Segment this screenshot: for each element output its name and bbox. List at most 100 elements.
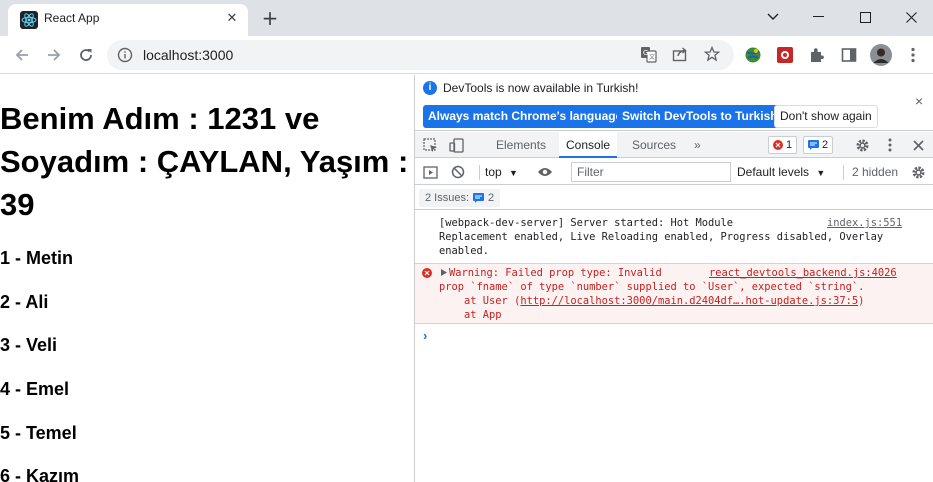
clear-console-icon[interactable] [449,163,467,181]
inspect-element-icon[interactable] [421,136,439,154]
translate-icon[interactable]: G文 [639,46,657,64]
always-match-language-button[interactable]: Always match Chrome's language [423,105,628,128]
list-item: 2 - Ali [0,292,49,312]
more-tabs-button[interactable]: » [687,132,708,158]
dont-show-again-button[interactable]: Don't show again [774,105,878,128]
context-value: top [485,165,502,179]
console-log-message: [webpack-dev-server] Server started: Hot… [415,216,933,264]
svg-text:文: 文 [649,53,655,61]
list-item: 1 - Metin [0,248,74,268]
extension-red-icon[interactable] [774,44,796,66]
language-infobar: i DevTools is now available in Turkish! … [415,75,933,131]
stack-trace-link[interactable]: http://localhost:3000/main.d2404df….hot-… [520,295,858,307]
switch-to-turkish-button[interactable]: Switch DevTools to Turkish [617,105,783,128]
info-icon: i [423,81,437,95]
console-settings-gear-icon[interactable] [909,163,927,181]
back-button[interactable] [9,42,35,68]
maximize-button[interactable] [842,0,888,34]
site-info-icon[interactable] [117,47,133,63]
settings-gear-icon[interactable] [853,136,871,154]
live-expression-eye-icon[interactable] [536,163,554,181]
tab-title: React App [44,11,100,25]
svg-text:G: G [643,49,648,57]
heading-line-2: Soyadım : ÇAYLAN, Yaşım : [0,144,409,179]
list-item: 5 - Temel [0,423,77,443]
minimize-button[interactable] [796,0,842,34]
context-selector[interactable]: top ▼ [485,165,518,179]
chrome-menu-icon[interactable] [902,44,924,66]
log-line-3: enabled. [439,245,490,257]
log-source-link[interactable]: index.js:551 [827,216,902,230]
share-icon[interactable] [671,46,689,64]
bookmark-star-icon[interactable] [703,45,721,64]
heading-line-1: Benim Adım : 1231 ve [0,101,320,136]
toolbar-divider [843,165,844,180]
side-panel-icon[interactable] [838,44,860,66]
hidden-messages-count: 2 hidden [852,165,899,179]
address-bar[interactable]: localhost:3000 G文 [107,40,734,70]
log-levels-value: Default levels [737,165,810,179]
issues-bar: 2 Issues: 2 [415,186,933,210]
warn-line-1: Warning: Failed prop type: Invalid [449,267,662,279]
reload-button[interactable] [73,42,99,68]
list-item: 6 - Kazım [0,466,80,482]
warn-source-link[interactable]: react_devtools_backend.js:4026 [709,266,897,280]
react-logo-icon [20,11,38,29]
profile-avatar[interactable] [870,44,892,66]
issues-button[interactable]: 2 Issues: 2 [419,189,501,207]
log-levels-dropdown-icon: ▼ [816,168,826,178]
tab-strip: React App ✕ + [0,0,933,36]
url-text[interactable]: localhost:3000 [143,47,233,63]
tab-sources[interactable]: Sources [625,132,683,158]
log-levels-dropdown[interactable]: Default levels ▼ [737,165,825,179]
devtools-tab-bar: Elements Console Sources » 1 2 [415,132,933,158]
devtools-menu-icon[interactable] [881,136,899,154]
error-count: 1 [786,139,793,151]
console-prompt[interactable]: › [423,328,427,343]
tab-elements[interactable]: Elements [489,132,553,158]
infobar-close-icon[interactable]: × [915,93,923,109]
log-line-2: Replacement enabled, Live Reloading enab… [439,231,884,243]
tab-console[interactable]: Console [559,132,618,158]
tab-search-chevron-icon[interactable] [750,0,796,34]
expand-triangle-icon[interactable] [441,269,447,276]
close-window-button[interactable] [888,0,933,34]
extensions-puzzle-icon[interactable] [806,44,828,66]
browser-toolbar: localhost:3000 G文 [0,36,933,74]
device-toolbar-icon[interactable] [447,136,465,154]
toolbar-divider [479,165,480,180]
warn-line-3: at User (http://localhost:3000/main.d240… [439,294,864,308]
error-icon [422,268,432,278]
page-content: Benim Adım : 1231 ve Soyadım : ÇAYLAN, Y… [0,75,414,482]
message-icon [808,140,819,150]
page-heading: Benim Adım : 1231 ve Soyadım : ÇAYLAN, Y… [0,97,414,226]
heading-line-3: 39 [0,187,35,222]
console-error-message: Warning: Failed prop type: Invalid prop … [415,263,933,324]
new-tab-button[interactable]: + [260,8,280,28]
sidebar-toggle-icon[interactable] [421,163,439,181]
error-icon [773,140,783,150]
message-count-badge[interactable]: 2 [803,136,834,154]
list-item: 3 - Veli [0,335,58,355]
extension-globe-icon[interactable] [742,44,764,66]
warn-line-2: prop `fname` of type `number` supplied t… [439,281,865,293]
devtools-panel: i DevTools is now available in Turkish! … [415,75,933,482]
log-line-1: [webpack-dev-server] Server started: Hot… [439,217,734,229]
console-filter-input[interactable]: Filter [571,162,731,182]
console-toolbar: top ▼ Filter Default levels ▼ 2 hidden [415,159,933,185]
infobar-message: DevTools is now available in Turkish! [443,81,639,95]
forward-button[interactable] [41,42,67,68]
list-item: 4 - Emel [0,379,70,399]
tab-close-icon[interactable]: ✕ [224,11,240,27]
warn-line-4: at App [439,309,502,321]
issues-count: 2 [488,192,495,204]
context-dropdown-icon: ▼ [509,168,518,178]
close-devtools-icon[interactable] [909,136,927,154]
issues-label: 2 Issues: [425,192,470,204]
issues-message-icon [473,193,485,203]
error-count-badge[interactable]: 1 [768,136,798,154]
browser-tab[interactable]: React App ✕ [8,4,248,36]
message-count: 2 [822,139,829,151]
warn-line-3-suffix: ) [858,295,865,307]
warn-line-3-prefix: at User ( [439,295,521,307]
